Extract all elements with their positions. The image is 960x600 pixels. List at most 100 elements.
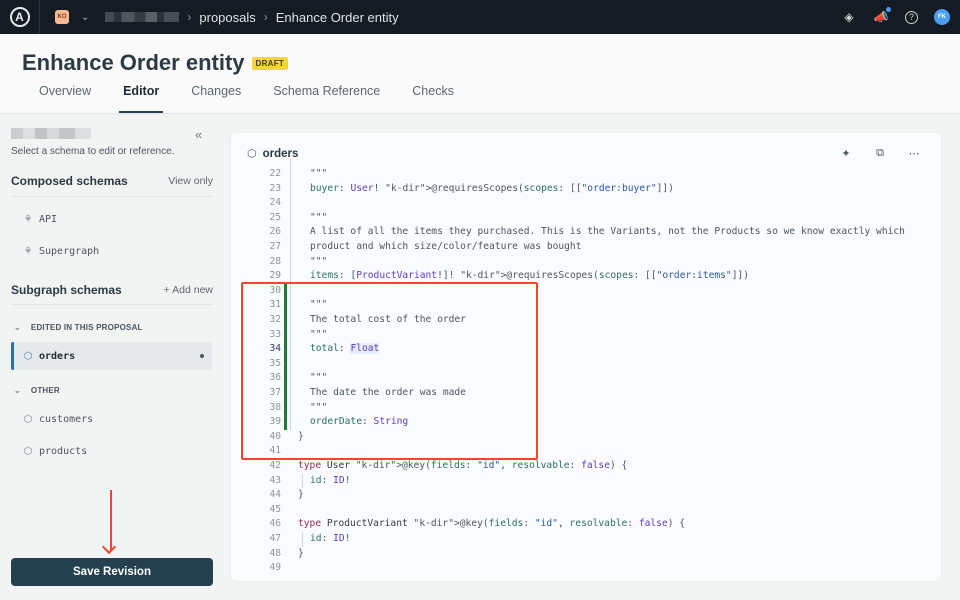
line-number: 47: [269, 533, 281, 544]
tab-schema-reference[interactable]: Schema Reference: [257, 79, 396, 113]
code-text: product and which size/color/feature was…: [310, 241, 582, 252]
copy-icon[interactable]: ⧉: [873, 146, 887, 160]
indent-guide: [302, 532, 303, 547]
schema-item-supergraph[interactable]: ⚘ Supergraph: [11, 237, 212, 265]
code-text: """: [310, 211, 328, 223]
group-edited-in-proposal[interactable]: ⌄ EDITED IN THIS PROPOSAL: [14, 323, 143, 332]
code-text: }: [298, 547, 304, 559]
code-line[interactable]: 42 type User "k-dir">@key(fields: "id", r…: [231, 459, 941, 474]
code-line[interactable]: 31 """: [231, 298, 941, 313]
code-line[interactable]: 22 """: [231, 167, 941, 182]
code-line[interactable]: 43 id: ID!: [231, 474, 941, 489]
line-number: 41: [269, 445, 281, 457]
code-line[interactable]: 48}: [231, 547, 941, 562]
code-line[interactable]: 49: [231, 561, 941, 576]
code-line[interactable]: 40}: [231, 430, 941, 445]
code-line[interactable]: 37 The date the order was made: [231, 386, 941, 401]
code-text: """: [310, 255, 328, 267]
save-revision-button[interactable]: Save Revision: [11, 558, 213, 586]
line-number: 44: [269, 489, 281, 501]
code-line[interactable]: 47 id: ID!: [231, 532, 941, 547]
learn-icon[interactable]: ◈: [841, 9, 857, 25]
sidebar-hint: Select a schema to edit or reference.: [11, 146, 175, 157]
apollo-logo[interactable]: A: [0, 0, 40, 34]
code-line[interactable]: 25 """: [231, 211, 941, 226]
code-line[interactable]: 23 buyer: User! "k-dir">@requiresScopes(s…: [231, 182, 941, 197]
code-text: id: ID!: [310, 533, 351, 544]
view-only-label: View only: [168, 175, 213, 187]
code-line[interactable]: 35: [231, 356, 941, 372]
added-line-marker: [284, 415, 287, 430]
line-number: 24: [269, 197, 281, 209]
code-line[interactable]: 36 """: [231, 371, 941, 386]
tab-overview[interactable]: Overview: [23, 79, 107, 113]
line-number: 32: [269, 314, 281, 325]
code-line[interactable]: 38 """: [231, 400, 941, 416]
code-line[interactable]: 41: [231, 444, 941, 459]
code-line[interactable]: 45: [231, 503, 941, 518]
code-text: total: Float: [310, 343, 380, 355]
divider: [11, 304, 213, 305]
breadcrumb-proposals[interactable]: proposals: [199, 10, 255, 25]
annotation-arrow-head: [101, 539, 117, 555]
code-text: """: [310, 401, 328, 413]
graph-breadcrumb-redacted[interactable]: [105, 12, 180, 22]
code-line[interactable]: 46 type ProductVariant "k-dir">@key(field…: [231, 517, 941, 532]
add-subgraph-button[interactable]: + Add new: [164, 284, 213, 296]
code-line[interactable]: 26 A list of all the items they purchased…: [231, 225, 941, 240]
code-line[interactable]: 33 """: [231, 327, 941, 343]
code-line[interactable]: 24: [231, 196, 941, 211]
line-number: 31: [269, 299, 281, 311]
schema-item-products[interactable]: ⬡ products: [11, 437, 212, 465]
added-line-marker: [284, 327, 287, 343]
announcements-icon[interactable]: 📣: [873, 7, 891, 25]
group-other[interactable]: ⌄ OTHER: [14, 386, 60, 395]
proposal-tabs: Overview Editor Changes Schema Reference…: [23, 79, 470, 113]
added-line-marker: [284, 342, 287, 357]
more-icon[interactable]: ⋯: [907, 146, 921, 160]
schema-item-orders[interactable]: ⬡ orders: [11, 342, 212, 370]
code-line[interactable]: 44}: [231, 488, 941, 503]
notification-dot: [886, 7, 891, 12]
tab-changes[interactable]: Changes: [175, 79, 257, 113]
code-text: items: [ProductVariant!]! "k-dir">@requi…: [310, 270, 750, 282]
line-number: 42: [269, 460, 281, 471]
supergraph-icon: ⚘: [23, 245, 33, 257]
line-number: 28: [269, 255, 281, 267]
help-icon[interactable]: ?: [905, 10, 918, 24]
tab-checks[interactable]: Checks: [396, 79, 470, 113]
org-avatar[interactable]: KO: [55, 10, 69, 24]
tab-editor[interactable]: Editor: [107, 79, 175, 113]
added-line-marker: [284, 371, 287, 386]
schema-editor: ⬡ orders ✦ ⧉ ⋯ 22 """ 23 buyer: User! "k-di…: [230, 132, 942, 582]
schema-item-label: products: [39, 445, 88, 457]
code-line[interactable]: 30: [231, 283, 941, 299]
code-line[interactable]: 28 """: [231, 255, 941, 270]
code-text: id: ID!: [310, 474, 351, 486]
code-line[interactable]: 27 product and which size/color/feature w…: [231, 240, 941, 255]
section-title: Subgraph schemas: [11, 283, 122, 297]
collapse-sidebar-icon[interactable]: «: [195, 127, 202, 142]
code-line[interactable]: 29 items: [ProductVariant!]! "k-dir">@req…: [231, 269, 941, 284]
code-line[interactable]: 32 The total cost of the order: [231, 313, 941, 328]
section-title: Composed schemas: [11, 174, 128, 188]
code-line[interactable]: 34 total: Float: [231, 342, 941, 357]
schema-item-customers[interactable]: ⬡ customers: [11, 405, 212, 433]
code-text: """: [310, 372, 328, 384]
disable-suggestions-icon[interactable]: ✦: [839, 146, 853, 160]
schema-item-api[interactable]: ⚘ API: [11, 205, 212, 233]
line-number: 26: [269, 226, 281, 238]
status-badge: DRAFT: [251, 56, 289, 70]
line-number: 36: [269, 372, 281, 384]
user-avatar[interactable]: FK: [934, 9, 950, 25]
line-number: 45: [269, 503, 281, 515]
logo-icon: A: [9, 7, 30, 27]
code-line[interactable]: 39 orderDate: String: [231, 415, 941, 430]
code-text: The date the order was made: [310, 387, 466, 398]
code-text: orderDate: String: [310, 416, 409, 428]
line-number: 27: [269, 241, 281, 252]
code-text: """: [310, 299, 328, 311]
chevron-down-icon[interactable]: ⌄: [81, 12, 89, 23]
code-text: The total cost of the order: [310, 314, 466, 325]
line-number: 37: [269, 387, 281, 398]
